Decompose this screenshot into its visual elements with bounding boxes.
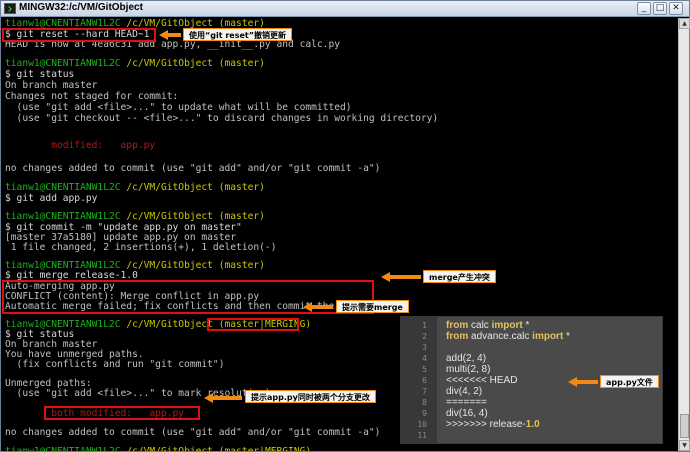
reset-command-highlight <box>2 28 156 42</box>
prompt-line: tianw1@CNENTIANW1L2C /c/VM/GitObject (ma… <box>5 446 311 451</box>
prompt-path: /c/VM/GitObject <box>126 211 213 222</box>
prompt-path: /c/VM/GitObject <box>126 446 213 451</box>
output-line: On branch master <box>5 80 98 91</box>
output-line: no changes added to commit (use "git add… <box>5 163 381 174</box>
prompt-branch-merging: (master|MERGING) <box>219 446 311 451</box>
prompt-user: tianw1@CNENTIANW1L2C <box>5 211 121 222</box>
line-number: 5 <box>422 365 427 374</box>
command-line: $ git add app.py <box>5 193 98 204</box>
line-number: 6 <box>422 376 427 385</box>
window-title: MINGW32:/c/VM/GitObject <box>19 2 143 13</box>
line-number: 1 <box>422 321 427 330</box>
reset-annotation: 使用“git reset”撤销更新 <box>183 28 292 41</box>
conflict-marker-release: >>>>>>> release-1.0 <box>446 419 540 430</box>
prompt-path: /c/VM/GitObject <box>126 58 213 69</box>
prompt-user: tianw1@CNENTIANW1L2C <box>5 182 121 193</box>
conflict-separator: ======= <box>446 397 487 408</box>
prompt-branch: (master) <box>218 182 265 193</box>
code-text: * <box>522 320 530 331</box>
prompt-path: /c/VM/GitObject <box>126 182 213 193</box>
keyword: from <box>446 331 469 342</box>
merging-branch-highlight <box>207 318 299 331</box>
keyword: from <box>446 320 469 331</box>
module-name: calc <box>468 320 492 331</box>
line-number: 8 <box>422 398 427 407</box>
title-bar[interactable]: MINGW32:/c/VM/GitObject _ □ ✕ <box>1 1 689 17</box>
terminal-window: MINGW32:/c/VM/GitObject _ □ ✕ tianw1@CNE… <box>0 0 690 452</box>
version-number: 1.0 <box>525 419 540 430</box>
output-line: (use "git checkout -- <file>..." to disc… <box>5 113 439 124</box>
maximize-button[interactable]: □ <box>653 2 667 15</box>
keyword: import <box>491 320 523 331</box>
keyword: import <box>532 331 564 342</box>
code-line: multi(2, 8) <box>446 364 491 375</box>
scroll-down-arrow-icon[interactable]: ▼ <box>679 440 690 451</box>
line-number: 11 <box>417 431 427 440</box>
conflict-marker-head: <<<<<<< HEAD <box>446 375 518 386</box>
prompt-line: tianw1@CNENTIANW1L2C /c/VM/GitObject (ma… <box>5 182 265 193</box>
output-line: no changes added to commit (use "git add… <box>5 427 381 438</box>
scroll-thumb[interactable] <box>680 414 689 438</box>
line-number: 10 <box>417 420 427 429</box>
prompt-branch: (master) <box>218 260 265 271</box>
app-py-annotation: app.py文件 <box>600 375 659 388</box>
line-number: 9 <box>422 409 427 418</box>
code-line: from advance.calc import * <box>446 331 570 342</box>
code-line: div(4, 2) <box>446 386 483 397</box>
both-modified-highlight <box>44 406 200 420</box>
code-line: from calc import * <box>446 320 529 331</box>
output-line: 1 file changed, 2 insertions(+), 1 delet… <box>5 242 277 253</box>
prompt-user: tianw1@CNENTIANW1L2C <box>5 446 121 451</box>
code-editor-panel: 1 2 3 4 5 6 7 8 9 10 11 from calc import… <box>400 316 663 444</box>
terminal-app-icon <box>4 3 16 14</box>
modified-file-line: modified: app.py <box>5 140 156 151</box>
prompt-branch: (master) <box>218 211 265 222</box>
module-name: advance.calc <box>468 331 533 342</box>
code-text: * <box>563 331 570 342</box>
prompt-path: /c/VM/GitObject <box>126 319 213 330</box>
arrow-icon <box>159 30 181 40</box>
close-button[interactable]: ✕ <box>669 2 683 15</box>
prompt-branch: (master) <box>218 58 265 69</box>
vertical-scrollbar[interactable]: ▲ ▼ <box>678 18 690 451</box>
prompt-user: tianw1@CNENTIANW1L2C <box>5 58 121 69</box>
minimize-button[interactable]: _ <box>637 2 651 15</box>
prompt-line: tianw1@CNENTIANW1L2C /c/VM/GitObject (ma… <box>5 58 265 69</box>
arrow-icon <box>568 377 598 387</box>
output-line: (fix conflicts and run "git commit") <box>5 359 225 370</box>
output-line: (use "git add <file>..." to update what … <box>5 102 352 113</box>
scroll-up-arrow-icon[interactable]: ▲ <box>679 18 690 29</box>
both-modified-annotation: 提示app.py同时被两个分支更改 <box>245 390 376 403</box>
prompt-path: /c/VM/GitObject <box>126 260 213 271</box>
code-line: div(16, 4) <box>446 408 488 419</box>
line-number: 2 <box>422 332 427 341</box>
line-number: 7 <box>422 387 427 396</box>
arrow-icon <box>204 393 242 403</box>
arrow-icon <box>303 302 333 312</box>
merge-conflict-annotation: merge产生冲突 <box>423 270 496 283</box>
line-number: 3 <box>422 343 427 352</box>
code-text: >>>>>>> release- <box>446 419 526 430</box>
prompt-line: tianw1@CNENTIANW1L2C /c/VM/GitObject (ma… <box>5 211 265 222</box>
line-number: 4 <box>422 354 427 363</box>
output-line: Changes not staged for commit: <box>5 91 179 102</box>
arrow-icon <box>381 272 421 282</box>
command-line: $ git status <box>5 69 75 80</box>
code-line: add(2, 4) <box>446 353 487 364</box>
merging-annotation: 提示需要merge <box>336 300 409 313</box>
